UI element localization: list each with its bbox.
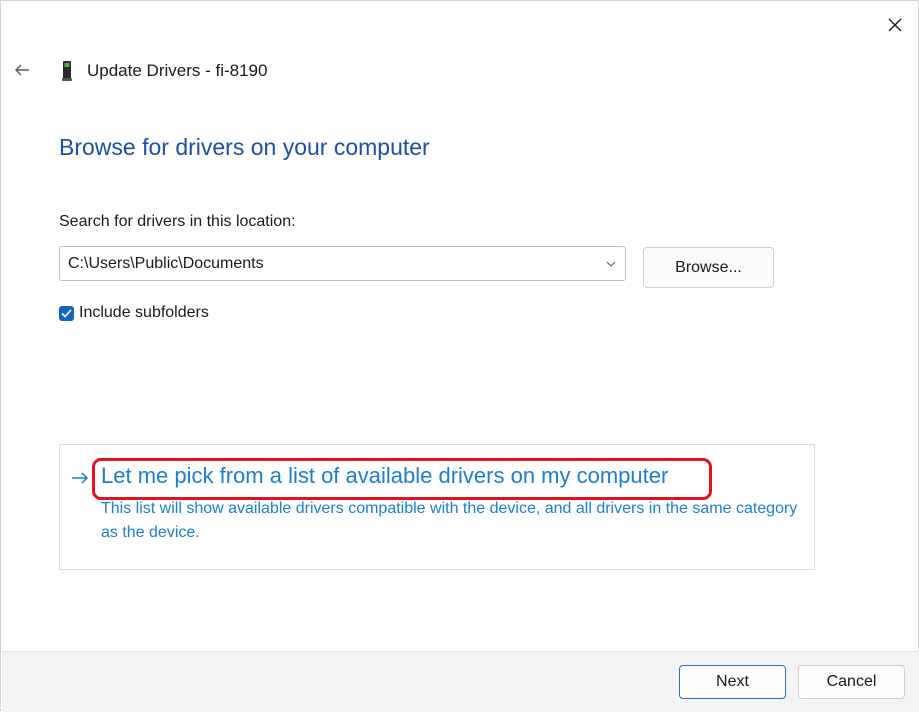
cancel-button[interactable]: Cancel: [798, 665, 905, 699]
next-button[interactable]: Next: [679, 665, 786, 699]
dialog-title-row: Update Drivers - fi-8190: [59, 59, 267, 83]
scanner-device-icon: [59, 59, 75, 83]
update-drivers-dialog: Update Drivers - fi-8190 Browse for driv…: [0, 0, 919, 712]
pick-from-list-link[interactable]: Let me pick from a list of available dri…: [101, 463, 668, 489]
close-icon: [888, 18, 902, 32]
pick-from-list-description: This list will show available drivers co…: [101, 500, 798, 541]
driver-path-combobox[interactable]: C:\Users\Public\Documents: [59, 246, 626, 281]
include-subfolders-row[interactable]: Include subfolders: [59, 303, 209, 323]
search-location-label: Search for drivers in this location:: [59, 213, 296, 230]
driver-path-value[interactable]: C:\Users\Public\Documents: [60, 255, 597, 273]
browse-button[interactable]: Browse...: [643, 247, 774, 288]
checkmark-icon: [61, 308, 72, 318]
dialog-title: Update Drivers - fi-8190: [87, 61, 268, 80]
include-subfolders-checkbox[interactable]: [59, 305, 74, 321]
page-heading: Browse for drivers on your computer: [59, 134, 430, 160]
chevron-down-icon[interactable]: [597, 261, 625, 267]
back-arrow-icon: [15, 64, 29, 76]
arrow-right-icon[interactable]: [69, 467, 91, 489]
include-subfolders-label[interactable]: Include subfolders: [79, 304, 209, 322]
back-button[interactable]: [7, 55, 37, 85]
close-button[interactable]: [873, 3, 917, 47]
